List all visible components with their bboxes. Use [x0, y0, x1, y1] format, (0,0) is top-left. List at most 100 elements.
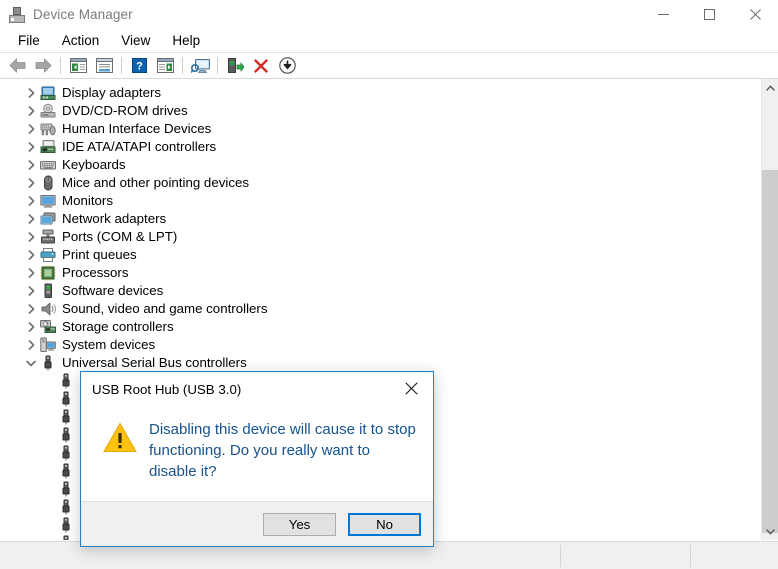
toolbar-separator-3	[182, 57, 183, 74]
tree-item-monitors[interactable]: Monitors	[0, 192, 756, 210]
chevron-right-icon[interactable]	[24, 228, 38, 246]
chevron-right-icon[interactable]	[24, 84, 38, 102]
menu-help[interactable]: Help	[161, 31, 211, 50]
tree-item-human-interface-devices[interactable]: Human Interface Devices	[0, 120, 756, 138]
tree-item-software-devices[interactable]: Software devices	[0, 282, 756, 300]
chevron-right-icon[interactable]	[24, 210, 38, 228]
chevron-right-icon[interactable]	[24, 102, 38, 120]
chevron-right-icon[interactable]	[24, 120, 38, 138]
show-hide-console-tree-button[interactable]	[65, 54, 91, 78]
update-driver-icon	[227, 57, 244, 73]
usb-plug-icon	[58, 499, 74, 515]
system-device-icon	[40, 337, 56, 353]
help-button[interactable]: ?	[126, 54, 152, 78]
scan-for-hardware-changes-button[interactable]	[187, 54, 213, 78]
chevron-down-icon[interactable]	[24, 354, 38, 372]
storage-controller-icon	[40, 319, 56, 335]
usb-plug-icon	[58, 481, 74, 497]
tree-item-label: Display adapters	[62, 85, 162, 100]
tree-item-processors[interactable]: Processors	[0, 264, 756, 282]
chevron-right-icon[interactable]	[24, 336, 38, 354]
usb-plug-icon	[58, 517, 74, 533]
tree-item-system-devices[interactable]: System devices	[0, 336, 756, 354]
tree-item-display-adapters[interactable]: Display adapters	[0, 84, 756, 102]
menu-action[interactable]: Action	[51, 31, 111, 50]
tree-item-dvd-cdrom-drives[interactable]: DVD/CD-ROM drives	[0, 102, 756, 120]
maximize-button[interactable]	[686, 0, 732, 29]
scrollbar-thumb[interactable]	[762, 170, 778, 533]
tree-item-mice-and-other-pointing-devices[interactable]: Mice and other pointing devices	[0, 174, 756, 192]
hid-icon	[40, 121, 56, 137]
title-bar: Device Manager	[0, 0, 778, 29]
tree-item-ports-com-and-lpt[interactable]: Ports (COM & LPT)	[0, 228, 756, 246]
tree-item-universal-serial-bus-controllers[interactable]: Universal Serial Bus controllers	[0, 354, 756, 372]
no-button[interactable]: No	[348, 512, 421, 536]
tree-item-keyboards[interactable]: Keyboards	[0, 156, 756, 174]
dvd-drive-icon	[40, 103, 56, 119]
chevron-right-icon[interactable]	[24, 138, 38, 156]
window-controls	[640, 0, 778, 29]
help-question-icon: ?	[131, 58, 147, 73]
scroll-down-button[interactable]	[762, 523, 778, 540]
chevron-right-icon[interactable]	[24, 264, 38, 282]
minimize-button[interactable]	[640, 0, 686, 29]
properties-button[interactable]	[91, 54, 117, 78]
tree-item-label: Print queues	[62, 247, 137, 262]
ide-controller-icon	[40, 139, 56, 155]
chevron-right-icon[interactable]	[24, 318, 38, 336]
dialog-body: Disabling this device will cause it to s…	[81, 406, 433, 501]
window-title: Device Manager	[33, 7, 133, 22]
menu-view[interactable]: View	[110, 31, 161, 50]
forward-button[interactable]	[30, 54, 56, 78]
tree-item-label: Software devices	[62, 283, 164, 298]
tree-item-label: IDE ATA/ATAPI controllers	[62, 139, 217, 154]
warning-triangle-icon	[103, 422, 137, 453]
chevron-right-icon[interactable]	[24, 192, 38, 210]
scroll-up-button[interactable]	[762, 79, 778, 96]
tree-item-storage-controllers[interactable]: Storage controllers	[0, 318, 756, 336]
usb-plug-icon	[58, 409, 74, 425]
chevron-right-icon[interactable]	[24, 282, 38, 300]
toolbar-separator-4	[217, 57, 218, 74]
uninstall-device-button[interactable]	[248, 54, 274, 78]
back-button[interactable]	[4, 54, 30, 78]
tree-item-label: Human Interface Devices	[62, 121, 212, 136]
tree-item-ide-ata-atapi-controllers[interactable]: IDE ATA/ATAPI controllers	[0, 138, 756, 156]
menu-bar: File Action View Help	[0, 29, 778, 53]
usb-plug-icon	[58, 427, 74, 443]
chevron-right-icon[interactable]	[24, 300, 38, 318]
disable-device-confirm-dialog: USB Root Hub (USB 3.0) Disabling this de…	[80, 371, 434, 547]
keyboard-icon	[40, 157, 56, 173]
left-arrow-icon	[8, 58, 25, 73]
chevron-right-icon[interactable]	[24, 156, 38, 174]
usb-plug-icon	[58, 391, 74, 407]
network-adapter-icon	[40, 211, 56, 227]
toolbar-separator-1	[60, 57, 61, 74]
action-pane-icon	[156, 58, 174, 73]
tree-item-print-queues[interactable]: Print queues	[0, 246, 756, 264]
usb-plug-icon	[58, 373, 74, 389]
right-arrow-icon	[35, 58, 52, 73]
dialog-footer: Yes No	[81, 501, 433, 546]
yes-button[interactable]: Yes	[263, 512, 336, 536]
vertical-scrollbar[interactable]	[761, 79, 778, 540]
menu-file[interactable]: File	[7, 31, 51, 50]
device-manager-window: Device Manager File Action View Help ? D…	[0, 0, 778, 569]
disable-device-button[interactable]	[274, 54, 300, 78]
update-driver-button[interactable]	[222, 54, 248, 78]
usb-controller-icon	[40, 355, 56, 371]
close-button[interactable]	[732, 0, 778, 29]
chevron-up-icon	[766, 85, 775, 91]
show-hide-action-pane-button[interactable]	[152, 54, 178, 78]
chevron-right-icon[interactable]	[24, 246, 38, 264]
tree-item-sound-video-and-game-controllers[interactable]: Sound, video and game controllers	[0, 300, 756, 318]
mouse-icon	[40, 175, 56, 191]
chevron-right-icon[interactable]	[24, 174, 38, 192]
tree-item-network-adapters[interactable]: Network adapters	[0, 210, 756, 228]
tree-item-label: Storage controllers	[62, 319, 174, 334]
close-icon	[404, 381, 418, 395]
dialog-close-button[interactable]	[389, 372, 433, 404]
toolbar: ?	[0, 53, 778, 79]
tree-item-label: Processors	[62, 265, 129, 280]
tree-item-label: Ports (COM & LPT)	[62, 229, 178, 244]
